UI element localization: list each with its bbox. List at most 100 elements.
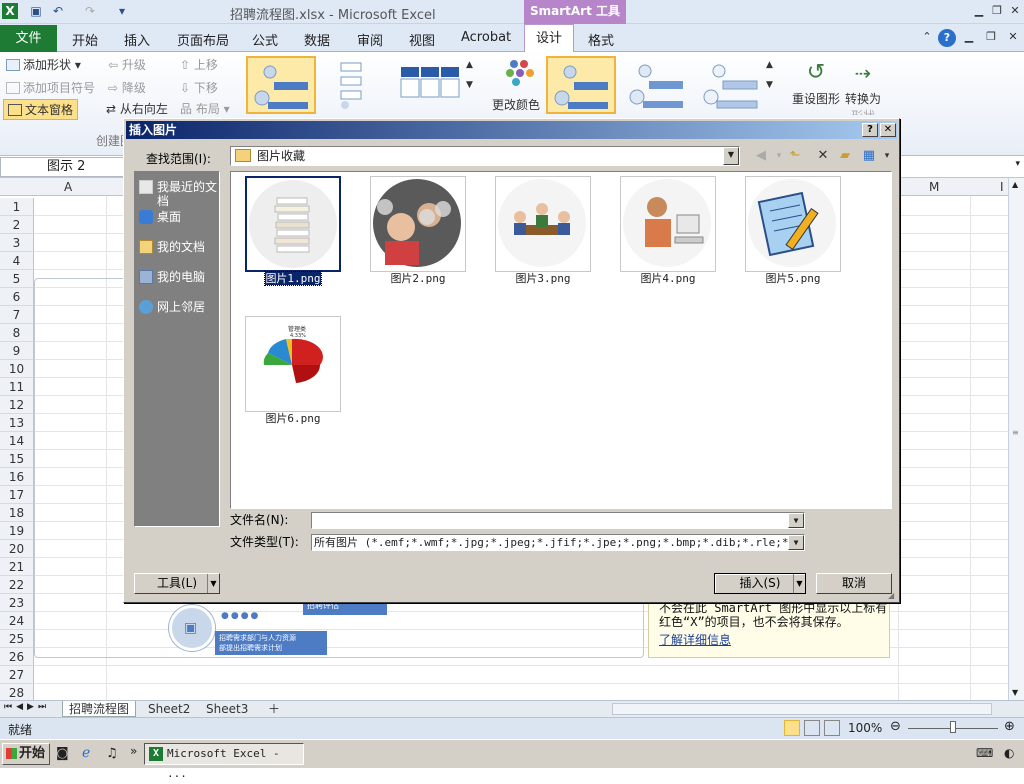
filetype-dropdown-icon[interactable]: ▼	[788, 535, 804, 550]
place-network[interactable]: 网上邻居	[137, 300, 219, 314]
cancel-button[interactable]: 取消	[816, 573, 892, 594]
learn-more-link[interactable]: 了解详细信息	[659, 631, 889, 648]
gallery-scroll-up-icon[interactable]: ▲	[466, 60, 473, 70]
column-header-a[interactable]: A	[64, 180, 72, 194]
tab-data[interactable]: 数据	[304, 30, 330, 49]
tab-insert[interactable]: 插入	[124, 30, 150, 49]
doc-minimize-button[interactable]: ▁	[962, 30, 976, 44]
back-icon[interactable]: ◀	[752, 148, 770, 164]
row-header[interactable]: 13	[0, 414, 34, 432]
media-player-icon[interactable]: ♫	[106, 746, 118, 761]
new-sheet-icon[interactable]: ＋	[262, 701, 286, 717]
tab-acrobat[interactable]: Acrobat	[461, 30, 511, 45]
language-tray-icon[interactable]: ◐	[1004, 746, 1014, 760]
file-item[interactable]: 图片2.png	[368, 172, 468, 288]
place-desktop[interactable]: 桌面	[137, 210, 219, 224]
layout-button[interactable]: 品 布局 ▾	[180, 100, 230, 117]
smartart-step-box[interactable]: 招聘需求部门与人力资源 部提出招聘需求计划	[215, 631, 327, 655]
formula-expand-icon[interactable]: ▾	[1015, 159, 1020, 169]
sheet-tab-2[interactable]: Sheet2	[142, 701, 196, 717]
row-header[interactable]: 10	[0, 360, 34, 378]
column-header-i[interactable]: I	[1000, 180, 1004, 194]
right-to-left-button[interactable]: ⇄ 从右向左	[106, 100, 168, 117]
close-window-button[interactable]: ✕	[1008, 4, 1022, 18]
row-header[interactable]: 18	[0, 504, 34, 522]
minimize-button[interactable]: ▁	[972, 4, 986, 18]
change-colors-button[interactable]: 更改颜色	[492, 56, 546, 113]
file-item[interactable]: 图片1.png	[243, 172, 343, 288]
row-header[interactable]: 2	[0, 216, 34, 234]
help-icon[interactable]: ?	[938, 29, 956, 47]
doc-restore-button[interactable]: ❐	[984, 30, 998, 44]
text-pane-button[interactable]: 文本窗格	[3, 99, 79, 120]
style-scroll-down-icon[interactable]: ▼	[766, 80, 773, 90]
taskbar-excel-button[interactable]: X Microsoft Excel - ...	[144, 743, 304, 780]
views-icon[interactable]: ▦	[860, 148, 878, 164]
up-folder-icon[interactable]: ⬑	[786, 148, 804, 164]
sheet-tab-1[interactable]: 招聘流程图	[62, 701, 137, 717]
resize-grip-icon[interactable]: ◢	[888, 591, 898, 601]
row-header[interactable]: 4	[0, 252, 34, 270]
place-recent[interactable]: 我最近的文档	[137, 180, 219, 208]
insert-button[interactable]: 插入(S) ▼	[714, 573, 806, 594]
tab-formulas[interactable]: 公式	[252, 30, 278, 49]
row-header[interactable]: 12	[0, 396, 34, 414]
dialog-help-button[interactable]: ?	[862, 123, 878, 137]
doc-close-button[interactable]: ✕	[1006, 30, 1020, 44]
look-in-dropdown[interactable]: 图片收藏 ▼	[230, 146, 740, 166]
place-my-documents[interactable]: 我的文档	[137, 240, 219, 254]
dialog-close-button[interactable]: ✕	[880, 123, 896, 137]
place-my-computer[interactable]: 我的电脑	[137, 270, 219, 284]
scroll-down-icon[interactable]: ▼	[1012, 688, 1018, 697]
collapse-ribbon-icon[interactable]: ⌃	[920, 30, 934, 44]
tools-dropdown-icon[interactable]: ▼	[207, 574, 219, 593]
demote-button[interactable]: ⇨ 降级	[108, 79, 146, 96]
row-header[interactable]: 14	[0, 432, 34, 450]
zoom-in-icon[interactable]: ⊕	[1004, 719, 1015, 734]
layout-option-2[interactable]	[324, 56, 394, 114]
row-header[interactable]: 11	[0, 378, 34, 396]
vertical-scrollbar[interactable]: ▲ ≡ ▼	[1008, 178, 1024, 700]
row-header[interactable]: 21	[0, 558, 34, 576]
move-down-button[interactable]: ⇩ 下移	[180, 79, 218, 96]
page-break-view-icon[interactable]	[824, 720, 840, 736]
row-header[interactable]: 1	[0, 198, 34, 216]
style-scroll-up-icon[interactable]: ▲	[766, 60, 773, 70]
file-item[interactable]: 管理类 4.33% 图片6.png	[243, 312, 343, 428]
tab-format[interactable]: 格式	[588, 30, 614, 49]
internet-explorer-icon[interactable]: ℯ	[82, 745, 90, 761]
row-header[interactable]: 3	[0, 234, 34, 252]
style-option-2[interactable]	[622, 56, 692, 114]
start-button[interactable]: 开始	[2, 743, 50, 765]
new-folder-icon[interactable]: ▰	[836, 148, 854, 164]
tab-home[interactable]: 开始	[72, 30, 98, 49]
row-header[interactable]: 17	[0, 486, 34, 504]
insert-dropdown-icon[interactable]: ▼	[793, 574, 805, 593]
file-item[interactable]: 图片3.png	[493, 172, 593, 288]
tab-review[interactable]: 审阅	[357, 30, 383, 49]
excel-app-icon[interactable]: X	[2, 3, 18, 19]
file-item[interactable]: 图片4.png	[618, 172, 718, 288]
row-header[interactable]: 15	[0, 450, 34, 468]
row-header[interactable]: 24	[0, 612, 34, 630]
scroll-up-icon[interactable]: ▲	[1012, 180, 1018, 189]
row-header[interactable]: 9	[0, 342, 34, 360]
filename-dropdown-icon[interactable]: ▼	[788, 513, 804, 528]
horizontal-scrollbar[interactable]	[612, 703, 992, 715]
row-header[interactable]: 22	[0, 576, 34, 594]
row-header[interactable]: 23	[0, 594, 34, 612]
customize-qat-icon[interactable]: ▾	[114, 3, 130, 19]
sheet-tab-3[interactable]: Sheet3	[200, 701, 254, 717]
style-option-3[interactable]	[696, 56, 766, 114]
tab-design[interactable]: 设计	[524, 24, 574, 53]
move-up-button[interactable]: ⇧ 上移	[180, 56, 218, 73]
tab-file[interactable]: 文件	[0, 25, 57, 52]
style-option-1[interactable]	[546, 56, 616, 114]
filename-input[interactable]: ▼	[311, 512, 805, 529]
name-box[interactable]: 图示 2	[0, 157, 124, 177]
smartart-picture-placeholder[interactable]: ▣	[169, 605, 215, 651]
row-header[interactable]: 25	[0, 630, 34, 648]
redo-icon[interactable]: ↷	[82, 3, 98, 19]
tab-page-layout[interactable]: 页面布局	[177, 30, 229, 49]
row-header[interactable]: 5	[0, 270, 34, 288]
